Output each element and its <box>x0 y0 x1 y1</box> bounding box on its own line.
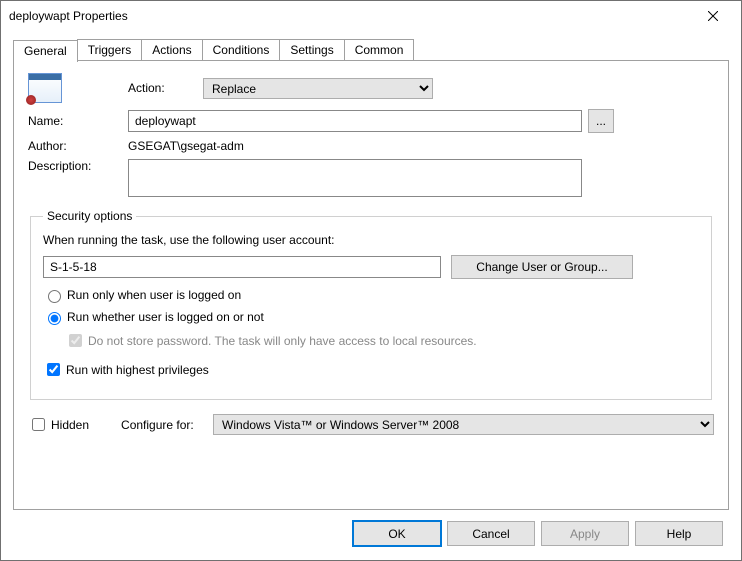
tab-common[interactable]: Common <box>344 39 415 61</box>
close-button[interactable] <box>691 3 735 29</box>
close-icon <box>708 11 718 21</box>
run-only-radio[interactable] <box>48 290 61 303</box>
name-label: Name: <box>28 114 128 128</box>
action-label: Action: <box>128 81 203 95</box>
configure-for-label: Configure for: <box>121 418 205 432</box>
run-only-label: Run only when user is logged on <box>67 288 241 302</box>
run-whether-radio[interactable] <box>48 312 61 325</box>
browse-label: ... <box>596 114 606 128</box>
name-input[interactable] <box>128 110 582 132</box>
browse-button[interactable]: ... <box>588 109 614 133</box>
author-label: Author: <box>28 139 128 153</box>
account-input[interactable] <box>43 256 441 278</box>
change-user-label: Change User or Group... <box>476 260 607 274</box>
tab-actions[interactable]: Actions <box>141 39 202 61</box>
security-legend: Security options <box>43 209 136 223</box>
no-store-label: Do not store password. The task will onl… <box>88 334 477 348</box>
footer-buttons: OK Cancel Apply Help <box>1 521 741 560</box>
cancel-label: Cancel <box>472 527 509 541</box>
tab-content-general: Action: Replace Name: ... Author: GSEGAT… <box>13 60 729 510</box>
configure-for-select[interactable]: Windows Vista™ or Windows Server™ 2008 <box>213 414 714 435</box>
cancel-button[interactable]: Cancel <box>447 521 535 546</box>
tab-conditions[interactable]: Conditions <box>202 39 281 61</box>
help-label: Help <box>667 527 692 541</box>
hidden-checkbox[interactable] <box>32 418 45 431</box>
ok-label: OK <box>388 527 405 541</box>
hidden-label: Hidden <box>51 418 89 432</box>
tab-settings[interactable]: Settings <box>279 39 344 61</box>
change-user-button[interactable]: Change User or Group... <box>451 255 633 279</box>
highest-privileges-label: Run with highest privileges <box>66 363 209 377</box>
security-fieldset: Security options When running the task, … <box>30 209 712 400</box>
highest-privileges-checkbox[interactable] <box>47 363 60 376</box>
tab-general[interactable]: General <box>13 40 78 62</box>
run-whether-label: Run whether user is logged on or not <box>67 310 264 324</box>
description-input[interactable] <box>128 159 582 197</box>
dialog-window: deploywapt Properties General Triggers A… <box>0 0 742 561</box>
help-button[interactable]: Help <box>635 521 723 546</box>
task-icon <box>28 73 62 103</box>
apply-button[interactable]: Apply <box>541 521 629 546</box>
tabstrip: General Triggers Actions Conditions Sett… <box>1 39 741 61</box>
tab-triggers[interactable]: Triggers <box>77 39 143 61</box>
author-value: GSEGAT\gsegat-adm <box>128 139 244 153</box>
window-title: deploywapt Properties <box>9 9 691 23</box>
ok-button[interactable]: OK <box>353 521 441 546</box>
description-label: Description: <box>28 159 128 173</box>
no-store-checkbox <box>69 334 82 347</box>
when-running-label: When running the task, use the following… <box>43 233 699 247</box>
apply-label: Apply <box>570 527 600 541</box>
titlebar: deploywapt Properties <box>1 1 741 31</box>
action-select[interactable]: Replace <box>203 78 433 99</box>
